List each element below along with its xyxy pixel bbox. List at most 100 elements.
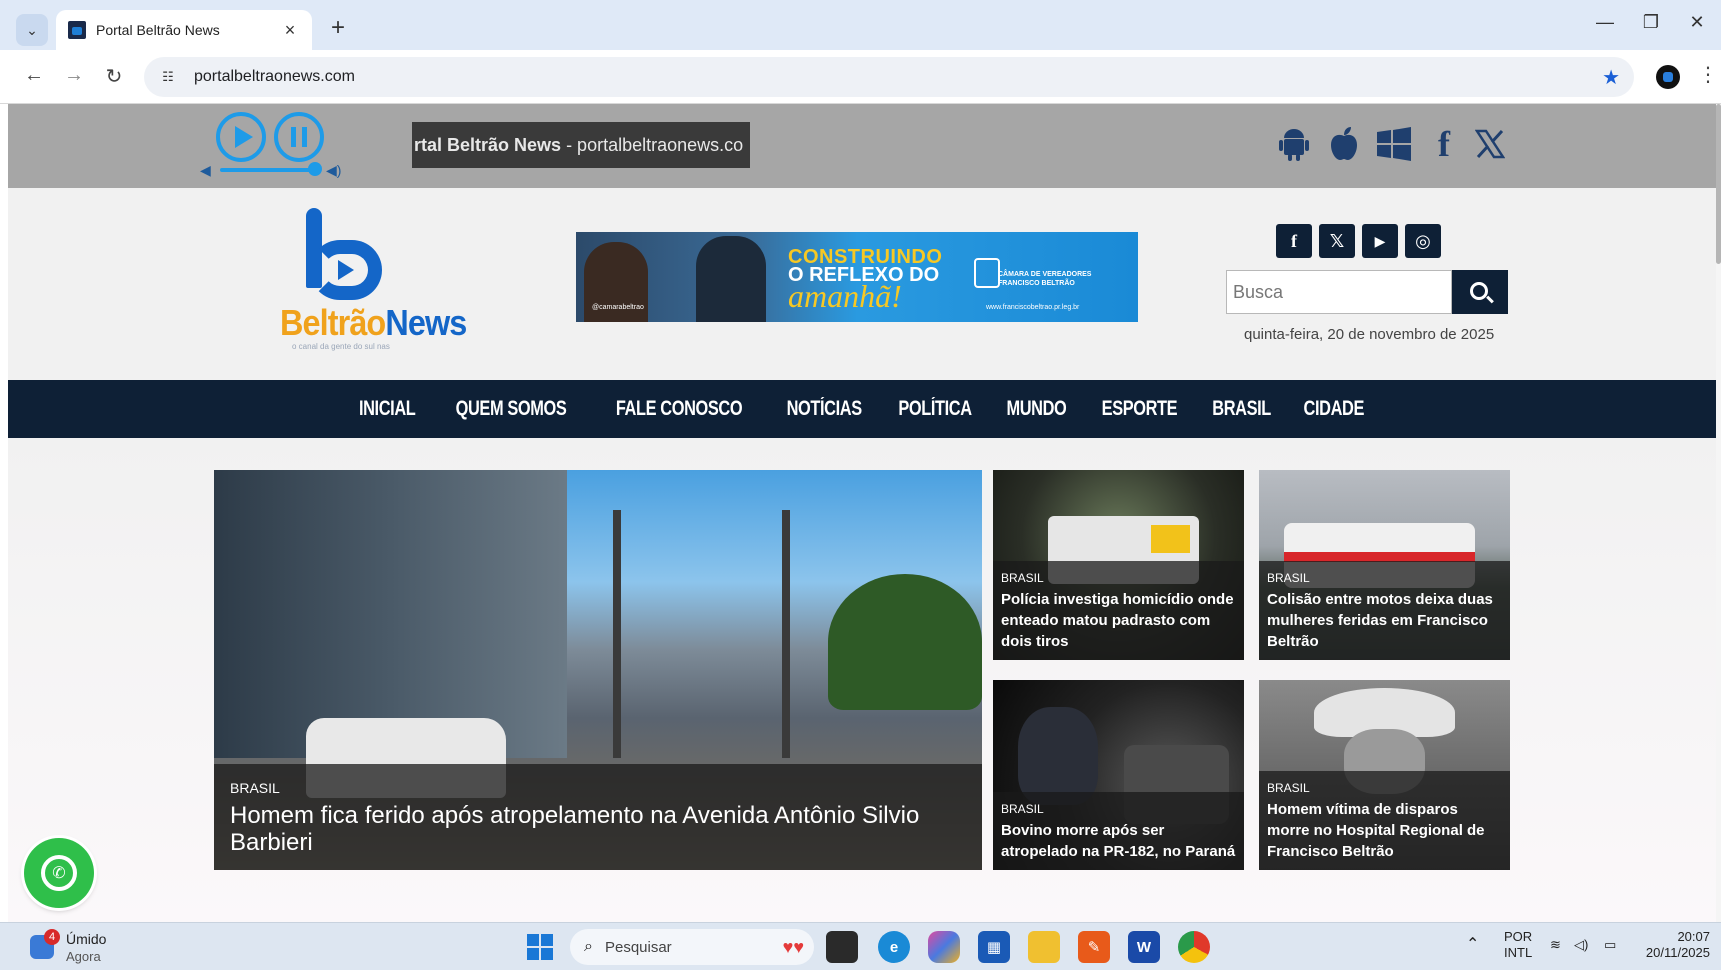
social-facebook-icon[interactable]: f: [1276, 224, 1312, 258]
play-button[interactable]: [216, 112, 266, 162]
marquee-station-url: - portalbeltraonews.co: [561, 135, 744, 155]
whatsapp-float-button[interactable]: ✆: [24, 838, 94, 908]
x-twitter-icon[interactable]: [1468, 122, 1512, 166]
article-category[interactable]: BRASIL: [230, 780, 966, 796]
weather-condition: Úmido: [66, 931, 107, 947]
site-logo[interactable]: BeltrãoNews o canal da gente do sul nas: [270, 208, 467, 351]
windows-taskbar: 4 Úmido Agora ⌕ Pesquisar ♥♥ e ▦ ✎ W ⌃ P…: [0, 922, 1721, 970]
reload-icon[interactable]: ↻: [100, 64, 128, 89]
window-close-icon[interactable]: ✕: [1682, 12, 1712, 33]
article-caption: BRASIL Polícia investiga homicídio onde …: [993, 561, 1244, 660]
nav-esporte[interactable]: ESPORTE: [1102, 397, 1178, 421]
page-scrollbar-thumb[interactable]: [1716, 104, 1721, 264]
image-building: [214, 470, 568, 758]
file-explorer-icon[interactable]: [1028, 931, 1060, 963]
nav-quem-somos[interactable]: QUEM SOMOS: [455, 397, 566, 421]
site-search-button[interactable]: [1452, 270, 1508, 314]
image-cow: [1018, 706, 1099, 806]
edge-icon[interactable]: e: [878, 931, 910, 963]
windows-icon[interactable]: [1372, 122, 1416, 166]
social-instagram-icon[interactable]: ◎: [1405, 224, 1441, 258]
article-card[interactable]: BRASIL Colisão entre motos deixa duas mu…: [1259, 470, 1510, 660]
featured-article-card[interactable]: BRASIL Homem fica ferido após atropelame…: [214, 470, 982, 870]
banner-seal-icon: [974, 258, 1000, 288]
new-tab-button[interactable]: +: [324, 14, 352, 42]
nav-mundo[interactable]: MUNDO: [1007, 397, 1067, 421]
minimize-icon[interactable]: —: [1590, 12, 1620, 33]
browser-menu-icon[interactable]: ⋮: [1698, 62, 1718, 87]
tab-search-chevron-icon[interactable]: ⌄: [16, 14, 48, 46]
article-headline[interactable]: Homem vítima de disparos morre no Hospit…: [1267, 799, 1502, 862]
speaker-icon[interactable]: ◁): [1574, 937, 1588, 953]
article-caption: BRASIL Homem vítima de disparos morre no…: [1259, 771, 1510, 870]
volume-high-icon: ◀): [326, 162, 342, 178]
logo-play-icon: [338, 260, 354, 280]
tab-close-icon[interactable]: ×: [280, 20, 300, 41]
browser-tab[interactable]: Portal Beltrão News ×: [56, 10, 312, 50]
article-headline[interactable]: Colisão entre motos deixa duas mulheres …: [1267, 589, 1502, 652]
url-text[interactable]: portalbeltraonews.com: [194, 68, 1602, 86]
article-card[interactable]: BRASIL Bovino morre após ser atropelado …: [993, 680, 1244, 870]
article-caption: BRASIL Bovino morre após ser atropelado …: [993, 792, 1244, 870]
social-x-icon[interactable]: 𝕏: [1319, 224, 1355, 258]
profile-avatar[interactable]: [1656, 65, 1680, 89]
article-category[interactable]: BRASIL: [1001, 571, 1236, 585]
forward-arrow-icon[interactable]: →: [60, 64, 88, 87]
logo-word-beltrao: Beltrão: [280, 302, 386, 343]
site-header: BeltrãoNews o canal da gente do sul nas …: [8, 188, 1716, 380]
task-view-icon[interactable]: [826, 931, 858, 963]
weather-badge: 4: [44, 929, 60, 945]
article-card[interactable]: BRASIL Polícia investiga homicídio onde …: [993, 470, 1244, 660]
facebook-icon[interactable]: f: [1422, 122, 1466, 166]
article-card[interactable]: BRASIL Homem vítima de disparos morre no…: [1259, 680, 1510, 870]
social-youtube-icon[interactable]: ▶: [1362, 224, 1398, 258]
tab-title: Portal Beltrão News: [96, 22, 220, 38]
nav-fale-conosco[interactable]: FALE CONOSCO: [616, 397, 743, 421]
start-button[interactable]: [524, 931, 556, 963]
nav-cidade[interactable]: CIDADE: [1304, 397, 1365, 421]
taskbar-search[interactable]: ⌕ Pesquisar ♥♥: [570, 929, 814, 965]
clock[interactable]: 20:07 20/11/2025: [1640, 929, 1710, 961]
url-omnibox[interactable]: ☷ portalbeltraonews.com ★: [144, 57, 1634, 97]
language-indicator[interactable]: POR INTL: [1504, 929, 1532, 961]
show-hidden-icons-chevron-icon[interactable]: ⌃: [1466, 937, 1479, 953]
page-viewport: ◀ ◀) rtal Beltrão News - portalbeltraone…: [8, 104, 1716, 922]
article-headline[interactable]: Polícia investiga homicídio onde enteado…: [1001, 589, 1236, 652]
store-icon[interactable]: ▦: [978, 931, 1010, 963]
article-category[interactable]: BRASIL: [1267, 571, 1502, 585]
main-navigation: INICIAL QUEM SOMOS FALE CONOSCO NOTÍCIAS…: [8, 380, 1716, 438]
wifi-icon[interactable]: ≋: [1550, 937, 1561, 953]
battery-icon[interactable]: ▭: [1604, 937, 1616, 953]
ad-banner[interactable]: CONSTRUINDO O REFLEXO DO amanhã! CÂMARA …: [576, 232, 1138, 322]
pause-button[interactable]: [274, 112, 324, 162]
volume-slider-handle[interactable]: [308, 162, 322, 176]
app-icon[interactable]: ✎: [1078, 931, 1110, 963]
article-category[interactable]: BRASIL: [1267, 781, 1502, 795]
article-headline[interactable]: Bovino morre após ser atropelado na PR-1…: [1001, 820, 1236, 862]
play-icon: [235, 126, 253, 148]
chrome-icon[interactable]: [1178, 931, 1210, 963]
copilot-icon[interactable]: [928, 931, 960, 963]
windows-start-icon: [527, 934, 553, 960]
site-search-input[interactable]: [1226, 270, 1452, 314]
nav-noticias[interactable]: NOTÍCIAS: [786, 397, 862, 421]
volume-low-icon: ◀: [200, 162, 211, 178]
back-arrow-icon[interactable]: ←: [20, 64, 48, 87]
article-headline[interactable]: Homem fica ferido após atropelamento na …: [230, 802, 966, 856]
volume-slider-track[interactable]: [220, 168, 320, 172]
banner-handle: @camarabeltrao: [592, 304, 644, 311]
apple-icon[interactable]: [1322, 122, 1366, 166]
nav-brasil[interactable]: BRASIL: [1212, 397, 1271, 421]
weather-widget[interactable]: 4 Úmido Agora: [30, 929, 130, 965]
banner-line-3: amanhã!: [788, 278, 902, 314]
bookmark-star-icon[interactable]: ★: [1602, 65, 1620, 90]
android-icon[interactable]: [1272, 122, 1316, 166]
article-category[interactable]: BRASIL: [1001, 802, 1236, 816]
word-icon[interactable]: W: [1128, 931, 1160, 963]
nav-inicial[interactable]: INICIAL: [359, 397, 416, 421]
site-settings-icon[interactable]: ☷: [158, 67, 178, 87]
nav-politica[interactable]: POLÍTICA: [898, 397, 972, 421]
image-pole: [613, 510, 622, 758]
article-caption: BRASIL Homem fica ferido após atropelame…: [214, 764, 982, 870]
restore-icon[interactable]: ❐: [1636, 12, 1666, 33]
